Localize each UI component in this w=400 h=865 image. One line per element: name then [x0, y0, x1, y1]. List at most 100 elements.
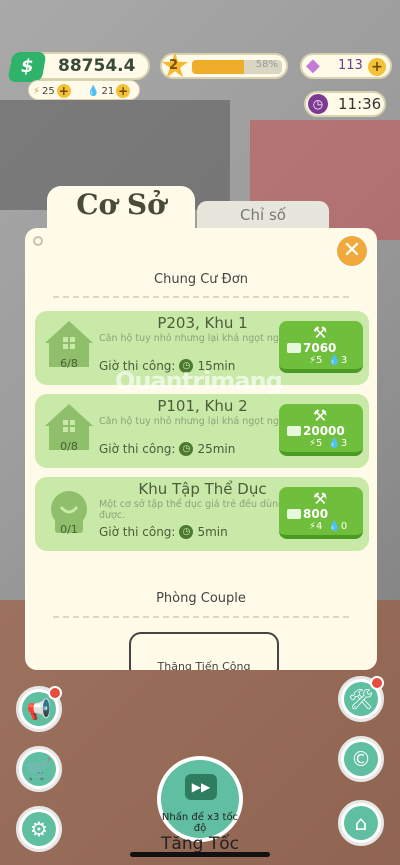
build-cost: 7060	[287, 341, 336, 355]
close-button[interactable]: ✕	[335, 234, 369, 268]
water-drop-icon: 💧	[87, 85, 100, 97]
level-percent: 58%	[255, 59, 278, 70]
energy-cost: ⚡5	[309, 438, 323, 449]
build-time-label: Giờ thi công:	[99, 525, 176, 539]
clock-icon: ◷	[179, 442, 194, 456]
divider	[53, 296, 349, 298]
tab-stats-label: Chỉ số	[240, 206, 286, 224]
build-time-label: Giờ thi công:	[99, 442, 176, 456]
settings-button[interactable]: ⚙	[16, 806, 62, 852]
gear-icon: ⚙	[22, 812, 56, 846]
gem-value: 113	[338, 58, 363, 73]
water-cost-value: 3	[340, 438, 348, 449]
water-cost: 💧3	[328, 355, 348, 366]
resource-bar: ⚡ 25 + 💧 21 +	[28, 80, 140, 100]
facility-count: 0/8	[60, 440, 78, 453]
energy-cost-value: 4	[316, 521, 323, 532]
tab-facility-label: Cơ Sở	[76, 188, 166, 221]
facility-count: 6/8	[60, 357, 78, 370]
game-time: 11:36	[338, 95, 382, 113]
level-progress: ★ 2 58%	[160, 49, 288, 83]
watermark: Quantrimang	[115, 367, 283, 395]
speed-label: Tăng Tốc	[161, 834, 239, 854]
pin-icon	[33, 236, 43, 246]
facility-count: 0/1	[60, 523, 78, 536]
energy-cost-value: 5	[316, 355, 323, 366]
hammer-icon: ⚒	[312, 406, 328, 425]
build-resource-cost: ⚡4 💧0	[309, 521, 347, 532]
build-button[interactable]: ⚒ 800 ⚡4 💧0	[279, 487, 363, 539]
energy-value: 25	[42, 85, 55, 97]
home-indicator	[130, 852, 270, 857]
section-title-couple-room: Phòng Couple	[156, 591, 246, 606]
water-value: 21	[101, 85, 115, 97]
build-cost: 800	[287, 507, 328, 521]
build-button[interactable]: ⚒ 7060 ⚡5 💧3	[279, 321, 363, 373]
build-time-value: 25min	[197, 442, 236, 456]
facility-panel: ✕ Chung Cư Đơn 6/8 P203, Khu 1 Căn hộ tu…	[25, 228, 377, 670]
cash-value: 88754.4	[58, 56, 136, 76]
speed-hint: Nhấn để x3 tốc độ	[161, 812, 239, 834]
cart-icon: 🛒	[22, 752, 56, 786]
home-button[interactable]: ⌂	[338, 800, 384, 846]
cash-icon	[287, 509, 301, 519]
clock-icon: ◷	[308, 94, 328, 114]
game-clock: ◷ 11:36	[304, 91, 386, 117]
facility-title: P203, Khu 1	[157, 314, 248, 332]
tools-button[interactable]: 🛠	[338, 676, 384, 722]
notification-dot	[48, 686, 62, 700]
notification-dot	[370, 676, 384, 690]
facility-description: Căn hộ tuy nhỏ nhưng lại khá ngọt ngào.	[99, 333, 294, 344]
facility-title: P101, Khu 2	[157, 397, 248, 415]
water-cost-value: 3	[340, 355, 348, 366]
announcement-button[interactable]: 📢	[16, 686, 62, 732]
copyright-icon: ©	[344, 742, 378, 776]
hammer-icon: ⚒	[312, 323, 328, 342]
build-cost-value: 7060	[303, 341, 337, 355]
build-cost-value: 20000	[303, 424, 345, 438]
partial-card-label: Thăng Tiến Công	[157, 660, 251, 670]
cash-icon	[287, 426, 301, 436]
water-cost-value: 0	[340, 521, 348, 532]
energy-cost: ⚡5	[309, 355, 323, 366]
water-resource: 💧 21 +	[87, 84, 131, 98]
tab-facility[interactable]: Cơ Sở	[47, 186, 195, 236]
level-bar-fill	[192, 60, 245, 74]
energy-cost-value: 5	[316, 438, 323, 449]
hammer-icon: ⚒	[312, 489, 328, 508]
build-button[interactable]: ⚒ 20000 ⚡5 💧3	[279, 404, 363, 456]
water-cost: 💧3	[328, 438, 348, 449]
add-water-button[interactable]: +	[116, 84, 131, 98]
section-title-single-apartment: Chung Cư Đơn	[154, 272, 248, 287]
energy-resource: ⚡ 25 +	[33, 84, 71, 98]
facility-card: 0/1 Khu Tập Thể Dục Một cơ sở tập thể dụ…	[35, 477, 369, 551]
level-number: 2	[169, 58, 179, 73]
build-cost-value: 800	[303, 507, 329, 521]
energy-cost: ⚡4	[309, 521, 323, 532]
copyright-button[interactable]: ©	[338, 736, 384, 782]
build-resource-cost: ⚡5 💧3	[309, 355, 347, 366]
cash-counter: $ 88754.4	[7, 52, 150, 82]
facility-card: 0/8 P101, Khu 2 Căn hộ tuy nhỏ nhưng lại…	[35, 394, 369, 468]
build-resource-cost: ⚡5 💧3	[309, 438, 347, 449]
build-time: Giờ thi công: ◷ 25min	[99, 442, 235, 456]
shop-button[interactable]: 🛒	[16, 746, 62, 792]
build-time: Giờ thi công: ◷ 5min	[99, 525, 228, 539]
build-time-value: 5min	[197, 525, 228, 539]
gem-icon: ◆	[306, 55, 320, 76]
energy-icon: ⚡	[33, 85, 41, 97]
facility-description: Một cơ sở tập thể dục giá trẻ đều dùng đ…	[99, 499, 285, 521]
cash-icon	[287, 343, 301, 353]
home-icon: ⌂	[344, 806, 378, 840]
gem-counter: ◆ 113 +	[300, 53, 392, 79]
add-gem-button[interactable]: +	[368, 58, 386, 76]
tv-icon: ▶▶	[185, 774, 217, 800]
clock-icon: ◷	[179, 525, 194, 539]
facility-card-partial: Thăng Tiến Công	[129, 632, 279, 670]
add-energy-button[interactable]: +	[56, 84, 71, 98]
water-cost: 💧0	[328, 521, 348, 532]
facility-title: Khu Tập Thể Dục	[138, 480, 267, 498]
build-cost: 20000	[287, 424, 345, 438]
facility-description: Căn hộ tuy nhỏ nhưng lại khá ngọt ngào.	[99, 416, 294, 427]
cash-icon: $	[7, 52, 47, 82]
